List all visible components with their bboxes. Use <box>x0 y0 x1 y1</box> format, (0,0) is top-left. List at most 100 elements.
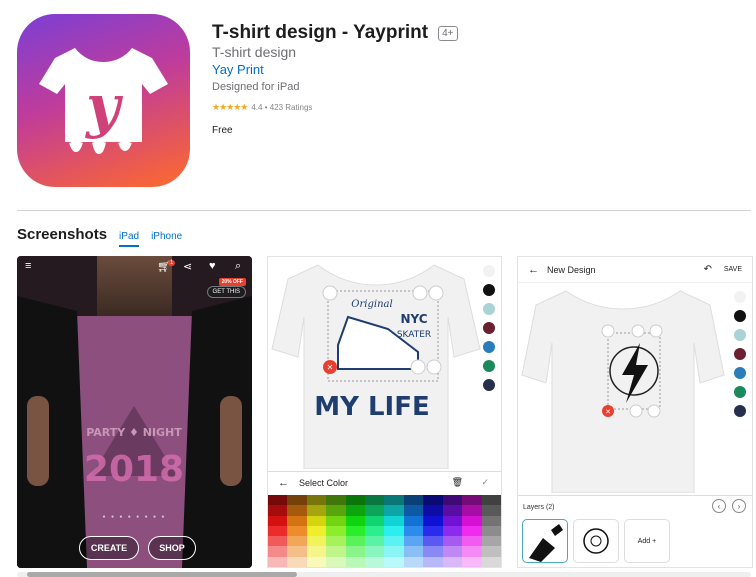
color-cell[interactable] <box>345 525 366 537</box>
color-swatch[interactable] <box>734 310 746 322</box>
color-cell[interactable] <box>326 536 346 547</box>
shop-button[interactable]: SHOP <box>148 536 196 560</box>
layer-thumb-circle[interactable] <box>573 519 619 563</box>
color-cell[interactable] <box>268 536 288 547</box>
color-cell[interactable] <box>384 505 404 516</box>
color-cell[interactable] <box>306 505 327 516</box>
color-cell[interactable] <box>423 536 443 547</box>
color-swatch[interactable] <box>734 291 746 303</box>
color-cell[interactable] <box>403 505 424 516</box>
color-cell[interactable] <box>345 515 366 526</box>
color-cell[interactable] <box>365 495 385 506</box>
color-picker-grid[interactable] <box>268 495 501 567</box>
get-this-button[interactable]: GET THIS <box>206 286 246 298</box>
color-cell[interactable] <box>365 536 385 547</box>
color-cell[interactable] <box>326 505 346 516</box>
color-cell[interactable] <box>287 536 307 547</box>
chevron-right-icon[interactable]: › <box>732 499 746 513</box>
share-icon[interactable]: ⋖ <box>183 260 192 273</box>
color-cell[interactable] <box>442 505 463 516</box>
search-icon[interactable]: ⌕ <box>235 260 241 273</box>
color-cell[interactable] <box>268 546 288 557</box>
screenshot-1[interactable]: PARTY ♦ NIGHT 2018 ≡ 🛒︎ 1 ⋖ ♥ ⌕ 20% OFF … <box>17 256 252 568</box>
color-cell[interactable] <box>326 525 346 537</box>
color-cell[interactable] <box>462 546 482 557</box>
color-cell[interactable] <box>481 556 501 567</box>
heart-icon[interactable]: ♥ <box>209 260 216 272</box>
color-cell[interactable] <box>481 495 501 506</box>
color-swatch[interactable] <box>734 329 746 341</box>
color-cell[interactable] <box>384 556 404 567</box>
color-cell[interactable] <box>345 505 366 516</box>
color-swatch[interactable] <box>483 341 495 353</box>
add-layer-button[interactable]: Add + <box>624 519 670 563</box>
checkmark-icon[interactable]: ✓ <box>481 477 489 488</box>
tab-ipad[interactable]: iPad <box>119 231 140 247</box>
color-cell[interactable] <box>268 525 288 537</box>
color-cell[interactable] <box>345 536 366 547</box>
color-cell[interactable] <box>345 495 366 506</box>
color-cell[interactable] <box>423 525 443 537</box>
color-cell[interactable] <box>403 515 424 526</box>
chevron-left-icon[interactable]: ‹ <box>712 499 726 513</box>
color-cell[interactable] <box>442 495 463 506</box>
color-cell[interactable] <box>462 536 482 547</box>
color-cell[interactable] <box>462 525 482 537</box>
color-cell[interactable] <box>306 556 327 567</box>
color-cell[interactable] <box>384 515 404 526</box>
color-cell[interactable] <box>423 556 443 567</box>
color-cell[interactable] <box>345 556 366 567</box>
color-cell[interactable] <box>365 546 385 557</box>
color-cell[interactable] <box>442 515 463 526</box>
color-cell[interactable] <box>481 505 501 516</box>
color-swatch[interactable] <box>734 386 746 398</box>
developer-link[interactable]: Yay Print <box>212 62 264 77</box>
color-cell[interactable] <box>403 556 424 567</box>
color-swatch[interactable] <box>483 379 495 391</box>
color-cell[interactable] <box>365 515 385 526</box>
color-cell[interactable] <box>384 546 404 557</box>
color-cell[interactable] <box>423 505 443 516</box>
color-cell[interactable] <box>423 546 443 557</box>
color-cell[interactable] <box>384 536 404 547</box>
color-swatch[interactable] <box>734 367 746 379</box>
color-cell[interactable] <box>481 546 501 557</box>
layer-thumb-brush[interactable] <box>522 519 568 563</box>
color-cell[interactable] <box>287 556 307 567</box>
color-cell[interactable] <box>306 546 327 557</box>
color-cell[interactable] <box>306 515 327 526</box>
tab-iphone[interactable]: iPhone <box>151 231 182 245</box>
color-swatch[interactable] <box>483 265 495 277</box>
screenshot-2[interactable]: Original NYC SKATER MY LIFE ✕ ← Select C… <box>267 256 502 568</box>
color-cell[interactable] <box>442 546 463 557</box>
color-cell[interactable] <box>268 515 288 526</box>
color-swatch[interactable] <box>483 322 495 334</box>
color-cell[interactable] <box>306 495 327 506</box>
color-cell[interactable] <box>326 495 346 506</box>
back-arrow-icon[interactable]: ← <box>278 477 289 489</box>
color-cell[interactable] <box>481 536 501 547</box>
color-cell[interactable] <box>268 505 288 516</box>
color-cell[interactable] <box>365 525 385 537</box>
scrollbar-thumb[interactable] <box>27 572 297 577</box>
screenshot-3[interactable]: ← New Design ↶ SAVE ✕ Layers (2) ‹ › Add… <box>517 256 753 568</box>
color-swatch[interactable] <box>483 360 495 372</box>
color-cell[interactable] <box>306 525 327 537</box>
color-cell[interactable] <box>481 525 501 537</box>
color-cell[interactable] <box>326 515 346 526</box>
color-swatch[interactable] <box>483 303 495 315</box>
color-cell[interactable] <box>287 495 307 506</box>
color-cell[interactable] <box>462 556 482 567</box>
color-swatch[interactable] <box>734 405 746 417</box>
color-cell[interactable] <box>365 556 385 567</box>
color-cell[interactable] <box>326 546 346 557</box>
create-button[interactable]: CREATE <box>79 536 139 560</box>
color-cell[interactable] <box>403 525 424 537</box>
color-cell[interactable] <box>365 505 385 516</box>
color-cell[interactable] <box>384 525 404 537</box>
color-cell[interactable] <box>268 495 288 506</box>
horizontal-scrollbar[interactable] <box>17 572 751 577</box>
trash-icon[interactable]: 🗑︎ <box>452 477 463 488</box>
color-cell[interactable] <box>442 556 463 567</box>
color-cell[interactable] <box>287 515 307 526</box>
